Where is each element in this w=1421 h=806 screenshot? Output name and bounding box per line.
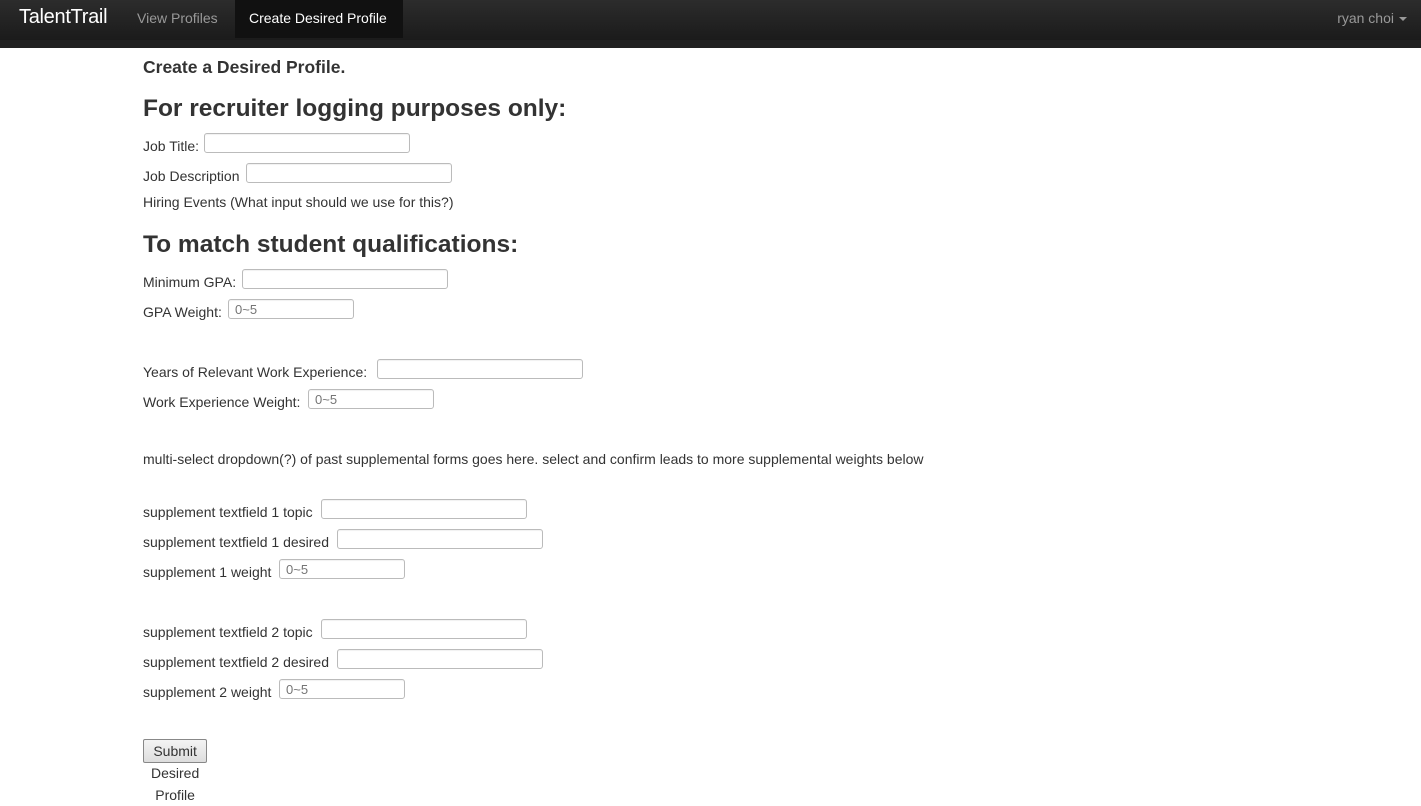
supplement-2-weight-label: supplement 2 weight — [143, 684, 272, 700]
supplement-2-weight-input[interactable] — [279, 679, 405, 699]
supplement-2-topic-input[interactable] — [321, 619, 527, 639]
work-weight-input[interactable] — [308, 389, 434, 409]
nav-view-profiles[interactable]: View Profiles — [123, 0, 232, 38]
supplement-2-desired-label: supplement textfield 2 desired — [143, 654, 329, 670]
submit-desired-profile-button[interactable]: Submit Desired Profile — [143, 739, 208, 803]
hiring-events-label: Hiring Events (What input should we use … — [143, 194, 454, 210]
gpa-weight-input[interactable] — [228, 299, 354, 319]
job-title-label: Job Title: — [143, 138, 200, 154]
work-years-input[interactable] — [377, 359, 583, 379]
work-years-label: Years of Relevant Work Experience: — [143, 364, 368, 380]
qualifications-heading: To match student qualifications: — [143, 231, 519, 258]
page-title: Create a Desired Profile. — [143, 57, 346, 77]
caret-down-icon — [1399, 17, 1407, 22]
supplement-2-desired-input[interactable] — [337, 649, 543, 669]
min-gpa-input[interactable] — [242, 269, 448, 289]
supplement-2-topic-label: supplement textfield 2 topic — [143, 624, 313, 640]
supplement-1-topic-label: supplement textfield 1 topic — [143, 504, 313, 520]
supplement-1-weight-label: supplement 1 weight — [143, 564, 272, 580]
gpa-weight-label: GPA Weight: — [143, 304, 222, 320]
user-menu[interactable]: ryan choi — [1337, 0, 1407, 38]
supplemental-note: multi-select dropdown(?) of past supplem… — [143, 451, 924, 467]
min-gpa-label: Minimum GPA: — [143, 274, 237, 290]
supplement-1-desired-input[interactable] — [337, 529, 543, 549]
supplement-1-desired-label: supplement textfield 1 desired — [143, 534, 329, 550]
job-title-input[interactable] — [204, 133, 410, 153]
top-navbar: TalentTrail View Profiles Create Desired… — [0, 0, 1421, 48]
brand-logo[interactable]: TalentTrail — [19, 6, 108, 29]
user-name: ryan choi — [1337, 10, 1394, 26]
work-weight-label: Work Experience Weight: — [143, 394, 301, 410]
supplement-1-topic-input[interactable] — [321, 499, 527, 519]
nav-create-desired-profile[interactable]: Create Desired Profile — [235, 0, 403, 38]
job-description-input[interactable] — [246, 163, 452, 183]
recruiter-heading: For recruiter logging purposes only: — [143, 95, 567, 122]
job-description-label: Job Description — [143, 168, 240, 184]
supplement-1-weight-input[interactable] — [279, 559, 405, 579]
